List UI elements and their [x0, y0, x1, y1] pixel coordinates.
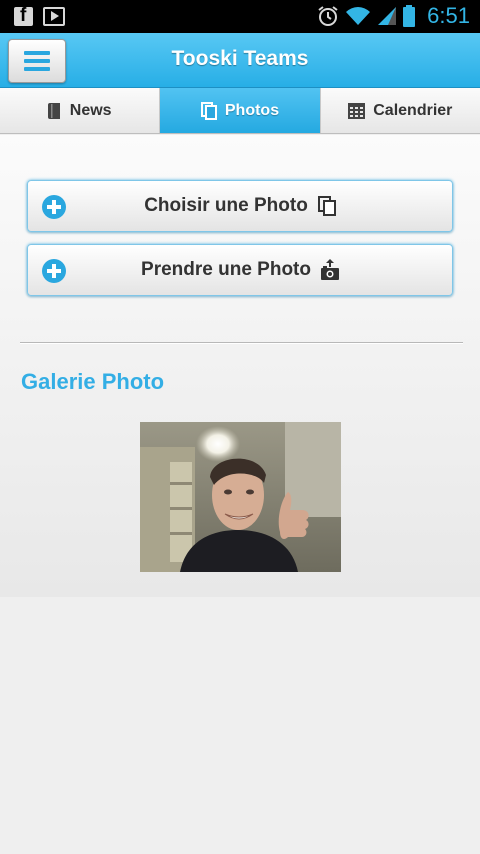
tab-calendrier-label: Calendrier: [373, 101, 453, 119]
wifi-icon: [345, 4, 371, 28]
play-store-icon: [43, 7, 65, 26]
plus-circle-icon: [42, 259, 66, 283]
tab-calendrier[interactable]: Calendrier: [320, 88, 480, 133]
gallery-photo[interactable]: [140, 422, 341, 572]
battery-icon: [403, 4, 416, 28]
clock: 6:51: [427, 3, 470, 28]
photos-page: Choisir une Photo Prendre une Photo Gale…: [0, 135, 480, 597]
app-header: Tooski Teams: [0, 33, 480, 88]
gallery-title: Galerie Photo: [21, 369, 165, 394]
divider: [20, 342, 463, 344]
tab-bar: News Photos Calendrier: [0, 88, 480, 134]
status-bar: 6:51: [0, 0, 480, 33]
tab-news[interactable]: News: [0, 88, 161, 133]
signal-icon: [377, 4, 397, 28]
plus-circle-icon: [42, 195, 66, 219]
tab-photos-label: Photos: [224, 101, 280, 119]
choose-photo-button[interactable]: Choisir une Photo: [27, 180, 453, 232]
book-icon: [47, 102, 60, 119]
calendar-icon: [348, 103, 366, 119]
facebook-icon: [14, 5, 33, 27]
copy-icon: [317, 196, 336, 216]
tab-photos[interactable]: Photos: [160, 88, 321, 133]
tab-news-label: News: [69, 101, 112, 119]
app-title: Tooski Teams: [171, 47, 309, 70]
camera-upload-icon: [320, 259, 339, 280]
choose-photo-label: Choisir une Photo: [144, 195, 308, 216]
take-photo-button[interactable]: Prendre une Photo: [27, 244, 453, 296]
take-photo-label: Prendre une Photo: [141, 259, 311, 280]
alarm-icon: [317, 4, 339, 28]
copy-icon: [200, 101, 217, 120]
